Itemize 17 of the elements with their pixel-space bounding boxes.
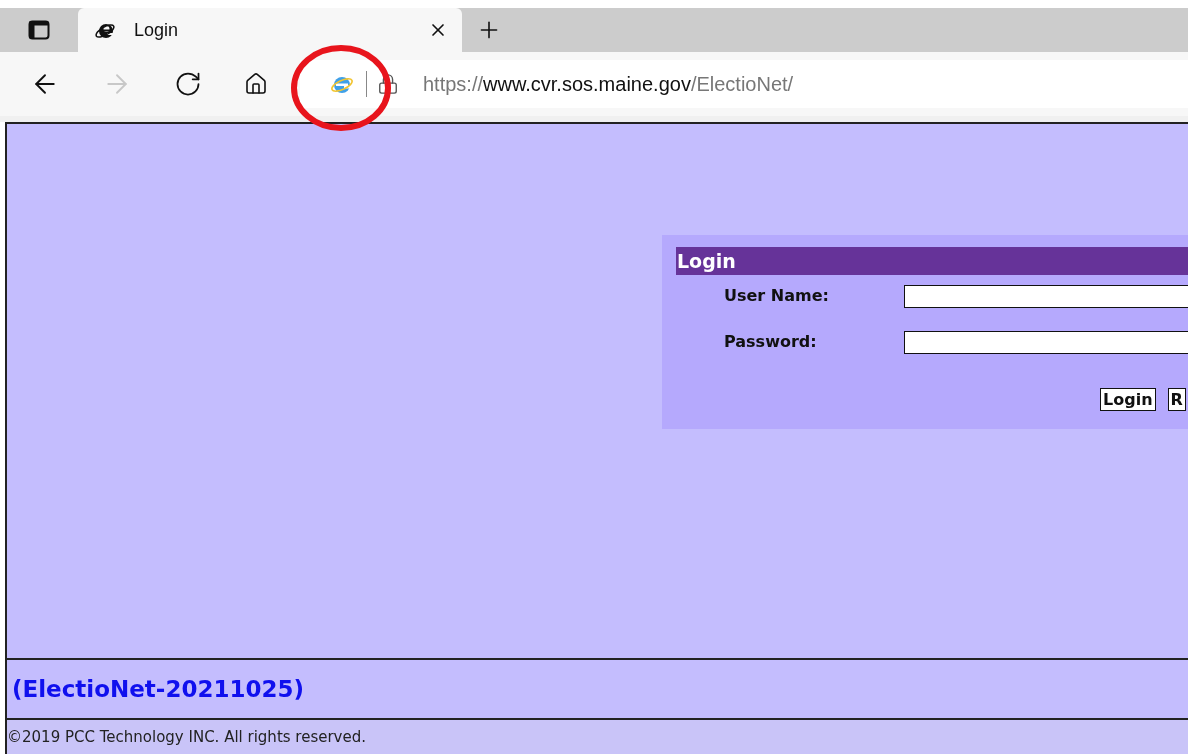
- home-icon[interactable]: [244, 72, 268, 96]
- form-button[interactable]: R: [1167, 388, 1186, 411]
- refresh-icon[interactable]: [174, 70, 202, 98]
- text-field[interactable]: [903, 330, 1188, 354]
- lock-icon: [377, 73, 399, 95]
- text-field[interactable]: [903, 284, 1188, 308]
- address-bar[interactable]: https://www.cvr.sos.maine.gov/ElectioNet/: [300, 60, 1188, 108]
- copyright-text: ©2019 PCC Technology INC. All rights reserved.: [7, 726, 366, 748]
- panel-title: Login: [677, 248, 736, 274]
- url-text: https://www.cvr.sos.maine.gov/ElectioNet/: [423, 72, 794, 97]
- browser-tab[interactable]: Login: [78, 8, 462, 52]
- version-link[interactable]: (ElectioNet-20211025): [12, 671, 304, 707]
- sidebar-window-icon: [28, 20, 50, 40]
- field-label: Password:: [724, 331, 818, 353]
- form-button[interactable]: Login: [1100, 388, 1156, 411]
- tab-title: Login: [134, 18, 180, 42]
- field-label: User Name:: [724, 285, 830, 307]
